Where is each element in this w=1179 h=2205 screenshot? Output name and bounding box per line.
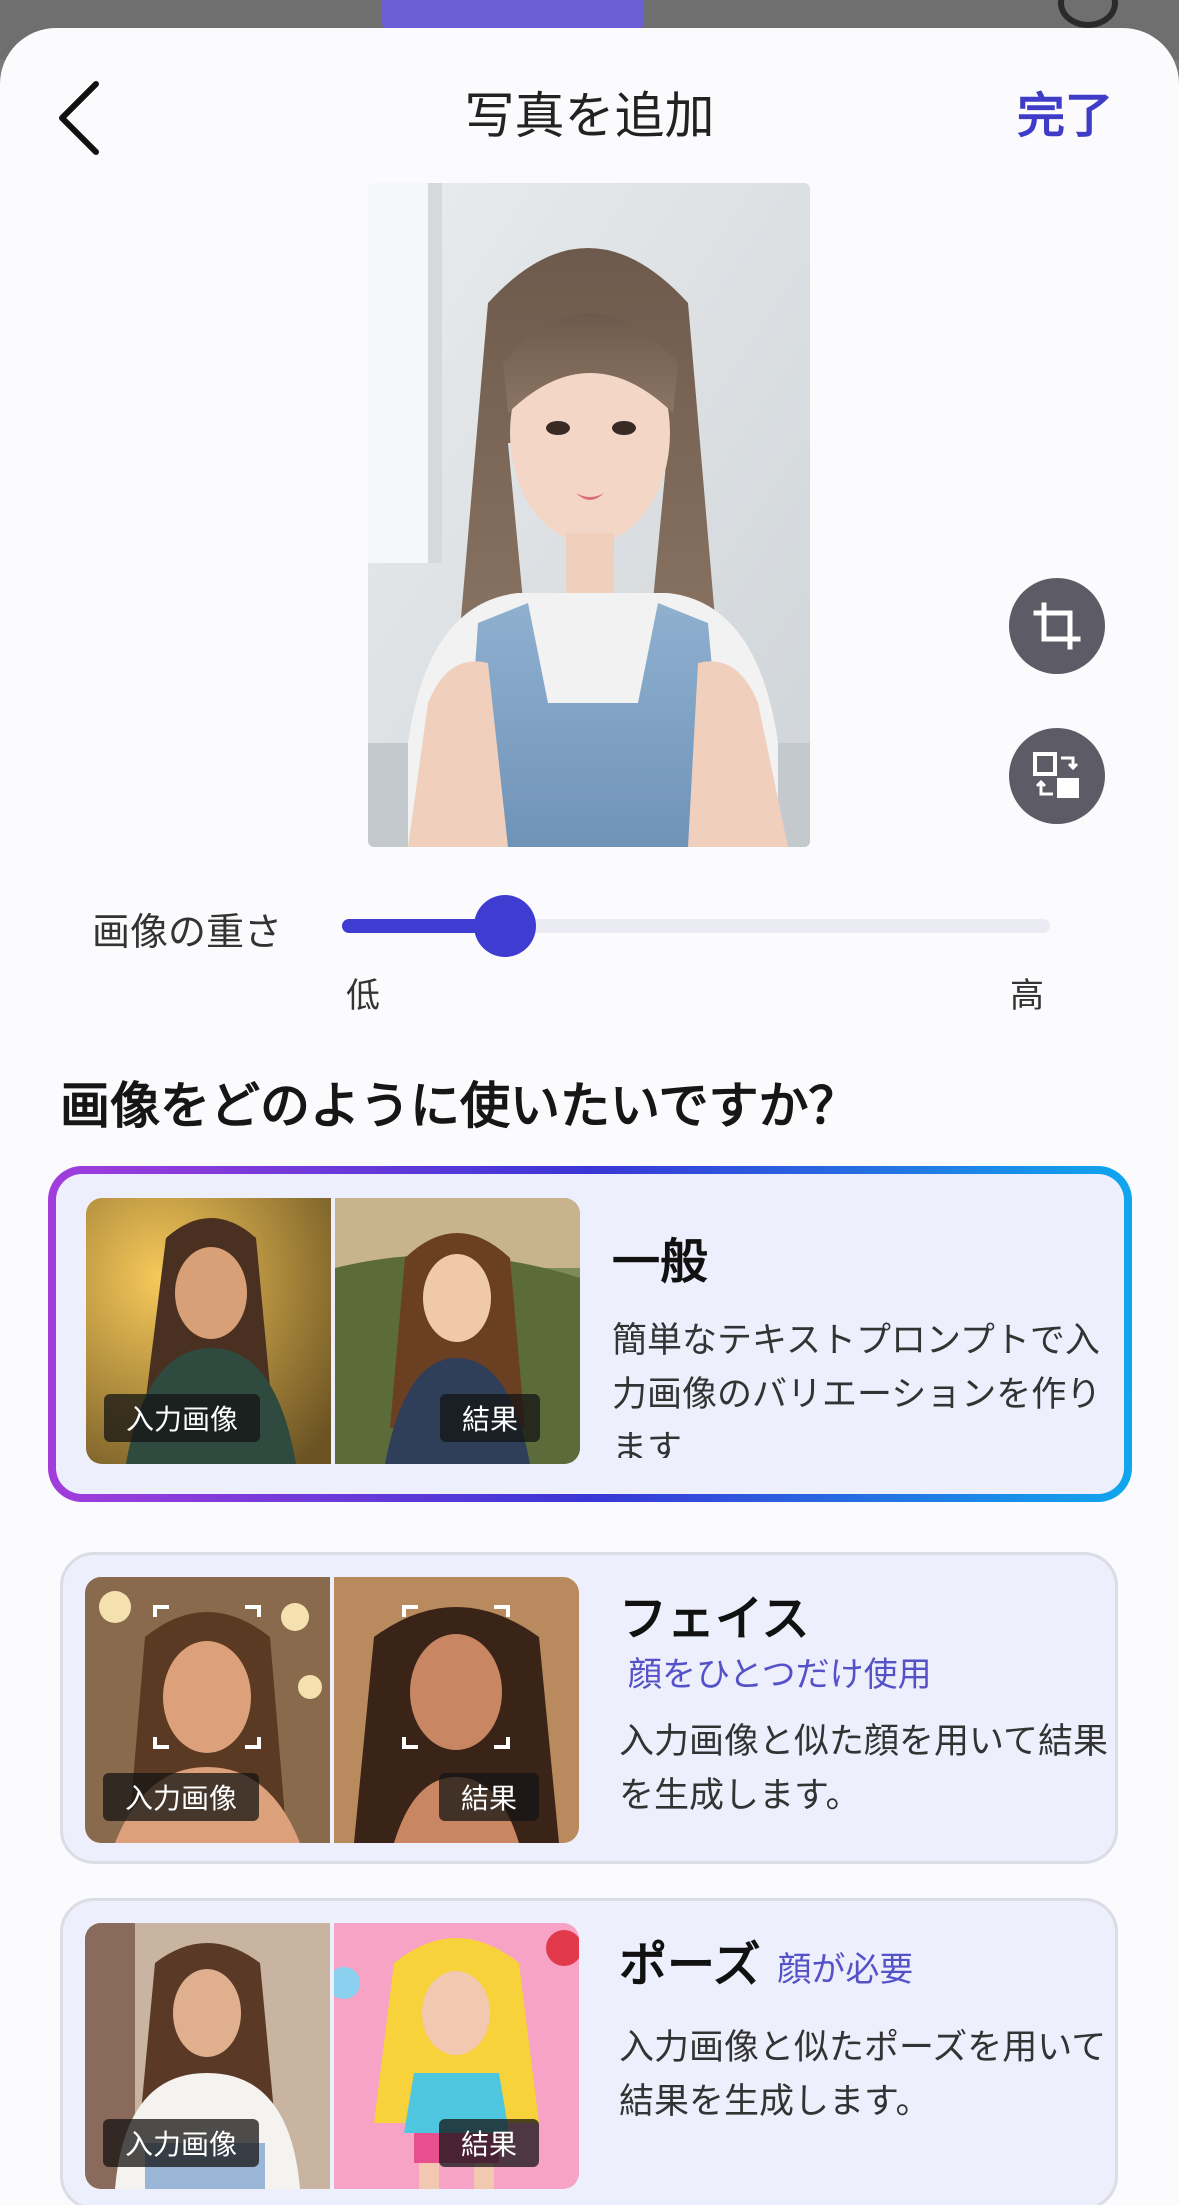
option-card-face[interactable]: 入力画像 結果 フェイス 顔をひとつだけ使用 入力画像と似た顔を用いて結果を生成… [60, 1552, 1118, 1864]
option-title: フェイス [619, 1591, 810, 1647]
done-button[interactable]: 完了 [1017, 76, 1113, 156]
option-card-pose[interactable]: 入力画像 結果 ポーズ 顔が必要 入力画像と似たポーズを用いて結果を生成します。 [60, 1898, 1118, 2205]
slider-min-label: 低 [346, 976, 380, 1016]
option-description: 入力画像と似たポーズを用いて結果を生成します。 [619, 2028, 1107, 2122]
option-card-general[interactable]: 入力画像 結果 一般 簡単なテキストプロンプトで入力画像のバリエーションを作りま… [48, 1166, 1132, 1502]
input-image-tag: 入力画像 [104, 1394, 261, 1442]
input-example-image: 入力画像 [85, 1923, 330, 2189]
image-weight-label: 画像の重さ [92, 910, 283, 954]
crop-button[interactable] [1009, 578, 1105, 674]
result-example-image: 結果 [335, 1198, 580, 1464]
page-title: 写真を追加 [464, 87, 715, 145]
option-requirement: 顔が必要 [777, 1950, 914, 1990]
input-example-image: 入力画像 [85, 1577, 330, 1843]
option-requirement: 顔をひとつだけ使用 [628, 1655, 932, 1695]
image-weight-slider[interactable] [342, 895, 1050, 957]
slider-max-label: 高 [1010, 976, 1044, 1016]
swap-photo-icon [1033, 752, 1079, 798]
result-tag: 結果 [439, 1394, 540, 1442]
result-tag: 結果 [438, 2119, 539, 2167]
add-photo-sheet: 写真を追加 完了 画像の重さ 低 高 画像をどのように使いたいですか？ 入力画像… [0, 28, 1179, 2205]
example-thumbnails: 入力画像 結果 [86, 1198, 580, 1464]
option-title: 一般 [612, 1234, 709, 1290]
input-image-tag: 入力画像 [103, 2119, 260, 2167]
option-title: ポーズ [619, 1937, 761, 1993]
result-example-image: 結果 [334, 1577, 579, 1843]
result-example-image: 結果 [334, 1923, 579, 2189]
selected-photo [368, 183, 810, 847]
crop-icon [1033, 602, 1081, 650]
slider-thumb[interactable] [473, 895, 536, 957]
option-description: 簡単なテキストプロンプトで入力画像のバリエーションを作ります [612, 1321, 1102, 1458]
example-thumbnails: 入力画像 結果 [85, 1923, 579, 2189]
input-example-image: 入力画像 [86, 1198, 331, 1464]
example-thumbnails: 入力画像 結果 [85, 1577, 579, 1843]
input-image-tag: 入力画像 [103, 1773, 260, 1821]
background-gear-icon [1058, 0, 1118, 28]
result-tag: 結果 [438, 1773, 539, 1821]
usage-question: 画像をどのように使いたいですか？ [60, 1077, 859, 1135]
swap-photo-button[interactable] [1009, 728, 1105, 824]
option-description: 入力画像と似た顔を用いて結果を生成します。 [619, 1722, 1108, 1816]
option-title-row: ポーズ 顔が必要 [619, 1925, 913, 1995]
